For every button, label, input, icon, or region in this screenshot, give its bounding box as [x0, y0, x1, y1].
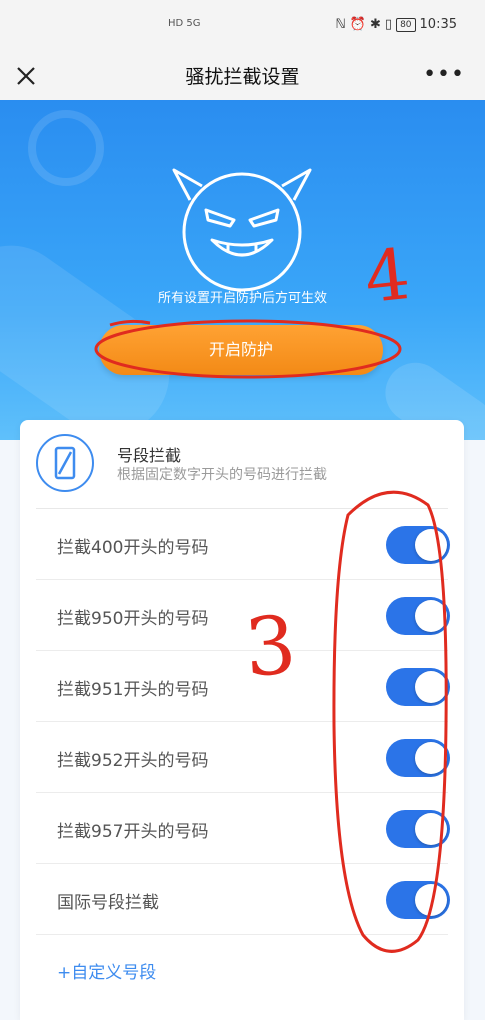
network-indicator: HD 5G: [168, 18, 201, 29]
nfc-icon: ℕ: [335, 17, 346, 32]
phone-icon: [36, 434, 94, 492]
annotation-number: 4: [360, 232, 414, 320]
decor-ring: [28, 110, 104, 186]
annotation-number: 3: [241, 598, 300, 695]
setting-label: 国际号段拦截: [57, 893, 159, 913]
annotation-oval: [332, 490, 448, 953]
setting-label: 拦截957开头的号码: [57, 822, 209, 842]
card-subtitle: 根据固定数字开头的号码进行拦截: [117, 467, 327, 483]
battery-icon: 80: [396, 17, 416, 32]
vibrate-icon: ▯: [384, 17, 393, 32]
annotation-circle: [94, 319, 402, 379]
page-title: 骚扰拦截设置: [185, 66, 300, 88]
nav-bar: 骚扰拦截设置 •••: [0, 52, 485, 100]
clock: 10:35: [419, 17, 457, 32]
setting-label: 拦截400开头的号码: [57, 538, 209, 558]
setting-label: 拦截951开头的号码: [57, 680, 209, 700]
card-title: 号段拦截: [117, 446, 182, 465]
bluetooth-icon: ✱: [370, 17, 381, 32]
devil-face-icon: [172, 168, 312, 292]
more-icon[interactable]: •••: [423, 62, 465, 87]
hero-banner: 所有设置开启防护后方可生效 开启防护 4: [0, 100, 485, 440]
add-custom-segment-link[interactable]: +自定义号段: [57, 958, 156, 983]
setting-label: 拦截952开头的号码: [57, 751, 209, 771]
alarm-icon: ⏰: [349, 17, 367, 32]
setting-label: 拦截950开头的号码: [57, 609, 209, 629]
status-bar: HD 5G ℕ ⏰ ✱ ▯ 80 10:35: [0, 0, 485, 52]
